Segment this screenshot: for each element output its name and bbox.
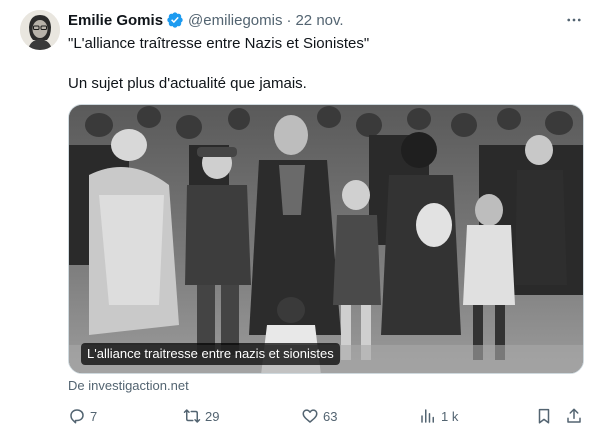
share-icon — [567, 408, 581, 423]
tweet[interactable]: Emilie Gomis @emiliegomis · 22 nov. "L'a… — [0, 0, 598, 430]
link-source[interactable]: De investigaction.net — [68, 378, 189, 393]
reply-count: 7 — [90, 408, 98, 424]
retweet-count: 29 — [205, 408, 220, 424]
black-and-white-photo — [69, 105, 583, 373]
author-name[interactable]: Emilie Gomis — [68, 12, 163, 29]
tweet-text: "L'alliance traîtresse entre Nazis et Si… — [68, 34, 578, 94]
reply-button[interactable]: 7 — [68, 404, 97, 428]
like-count: 63 — [323, 408, 338, 424]
author-handle[interactable]: @emiliegomis — [188, 12, 282, 29]
separator-dot: · — [286, 11, 292, 29]
more-icon[interactable] — [562, 10, 586, 30]
tweet-header: Emilie Gomis @emiliegomis · 22 nov. — [68, 10, 586, 30]
tweet-text-line: "L'alliance traîtresse entre Nazis et Si… — [68, 35, 370, 52]
like-button[interactable]: 63 — [301, 404, 337, 428]
avatar-icon — [20, 10, 60, 50]
tweet-date[interactable]: 22 nov. — [295, 12, 343, 29]
photo-caption: L'alliance traitresse entre nazis et sio… — [81, 343, 340, 365]
like-icon — [302, 409, 318, 423]
views-count: 1 k — [441, 408, 459, 424]
views-icon — [421, 409, 434, 423]
share-button[interactable] — [565, 404, 583, 428]
tweet-photo[interactable]: L'alliance traitresse entre nazis et sio… — [68, 104, 584, 374]
tweet-actions: 7 29 63 1 k — [68, 404, 584, 428]
reply-icon — [70, 409, 84, 424]
retweet-button[interactable]: 29 — [183, 404, 219, 428]
verified-badge-icon[interactable] — [166, 11, 184, 29]
views-button[interactable]: 1 k — [419, 404, 458, 428]
retweet-icon — [183, 409, 201, 423]
bookmark-icon — [538, 408, 550, 424]
tweet-text-line: Un sujet plus d'actualité que jamais. — [68, 75, 307, 92]
bookmark-button[interactable] — [535, 404, 553, 428]
avatar[interactable] — [20, 10, 60, 50]
